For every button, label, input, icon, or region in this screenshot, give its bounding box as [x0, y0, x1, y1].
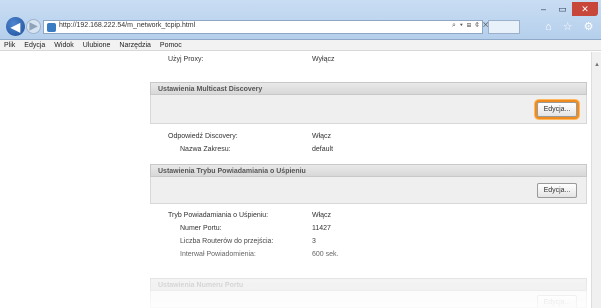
sleep-notification-toolbar: Edycja... — [150, 177, 587, 204]
sleep-mode-value: Włącz — [312, 212, 332, 219]
router-hops-label: Liczba Routerów do przejścia: — [180, 238, 274, 245]
back-button[interactable]: ◀ — [6, 17, 25, 36]
vertical-scrollbar[interactable]: ▲ — [591, 52, 601, 308]
discovery-response-label: Odpowiedź Discovery: — [168, 133, 238, 140]
multicast-edit-button[interactable]: Edycja... — [537, 102, 577, 117]
sleep-mode-label: Tryb Powiadamiania o Uśpieniu: — [168, 212, 269, 219]
menu-item-edit[interactable]: Edycja — [24, 42, 45, 49]
port-number-value: 11427 — [312, 225, 331, 232]
menu-bar: Plik Edycja Widok Ulubione Narzędzia Pom… — [0, 40, 601, 51]
forward-button[interactable]: ▶ — [26, 19, 41, 34]
scope-name-label: Nazwa Zakresu: — [180, 146, 231, 153]
discovery-response-row: Odpowiedź Discovery: Włącz — [150, 131, 587, 143]
close-button[interactable]: ✕ — [572, 2, 598, 16]
settings-page: Użyj Proxy: Wyłącz Ustawienia Multicast … — [150, 52, 587, 308]
port-number-settings-header: Ustawienia Numeru Portu — [150, 278, 587, 291]
port-number-settings-toolbar: Edycja... — [150, 291, 587, 308]
url-text[interactable]: http://192.168.222.54/m_network_tcpip.ht… — [59, 22, 195, 29]
proxy-label: Użyj Proxy: — [168, 56, 204, 63]
menu-item-view[interactable]: Widok — [54, 42, 73, 49]
notification-interval-value: 600 sek. — [312, 251, 339, 258]
router-hops-row: Liczba Routerów do przejścia: 3 — [150, 236, 587, 248]
address-tools-icons[interactable]: ⌕ ▾ ⊞ ¢ ✕ — [452, 22, 489, 30]
minimize-button[interactable]: – — [534, 2, 553, 16]
scope-name-value: default — [312, 146, 334, 153]
menu-item-favorites[interactable]: Ulubione — [83, 42, 111, 49]
port-number-edit-button[interactable]: Edycja... — [537, 295, 577, 308]
menu-item-file[interactable]: Plik — [4, 42, 15, 49]
arrow-right-icon: ▶ — [29, 21, 38, 32]
proxy-row: Użyj Proxy: Wyłącz — [150, 54, 587, 66]
sleep-notification-header: Ustawienia Trybu Powiadamiania o Uśpieni… — [150, 164, 587, 177]
menu-item-help[interactable]: Pomoc — [160, 42, 182, 49]
port-number-row: Numer Portu: 11427 — [150, 223, 587, 235]
menu-item-tools[interactable]: Narzędzia — [119, 42, 151, 49]
multicast-discovery-header: Ustawienia Multicast Discovery — [150, 82, 587, 95]
browser-tab[interactable] — [488, 20, 520, 34]
discovery-response-value: Włącz — [312, 133, 332, 140]
toolbar-home-favorites-settings-icons[interactable]: ⌂ ☆ ⚙ — [545, 20, 597, 33]
scroll-up-arrow-icon[interactable]: ▲ — [594, 62, 600, 68]
port-number-label: Numer Portu: — [180, 225, 222, 232]
sleep-edit-button[interactable]: Edycja... — [537, 183, 577, 198]
site-favicon-icon — [47, 23, 56, 32]
multicast-discovery-toolbar: Edycja... — [150, 95, 587, 124]
notification-interval-row: Interwał Powiadomienia: 600 sek. — [150, 249, 587, 261]
notification-interval-label: Interwał Powiadomienia: — [180, 251, 256, 258]
scope-name-row: Nazwa Zakresu: default — [150, 144, 587, 156]
arrow-left-icon: ◀ — [10, 19, 21, 34]
router-hops-value: 3 — [312, 238, 316, 245]
sleep-mode-row: Tryb Powiadamiania o Uśpieniu: Włącz — [150, 210, 587, 222]
proxy-value: Wyłącz — [312, 56, 335, 63]
maximize-button[interactable]: ▭ — [553, 2, 572, 16]
browser-titlebar: – ▭ ✕ ◀ ▶ http://192.168.222.54/m_networ… — [0, 0, 601, 40]
address-bar[interactable]: http://192.168.222.54/m_network_tcpip.ht… — [43, 20, 488, 34]
